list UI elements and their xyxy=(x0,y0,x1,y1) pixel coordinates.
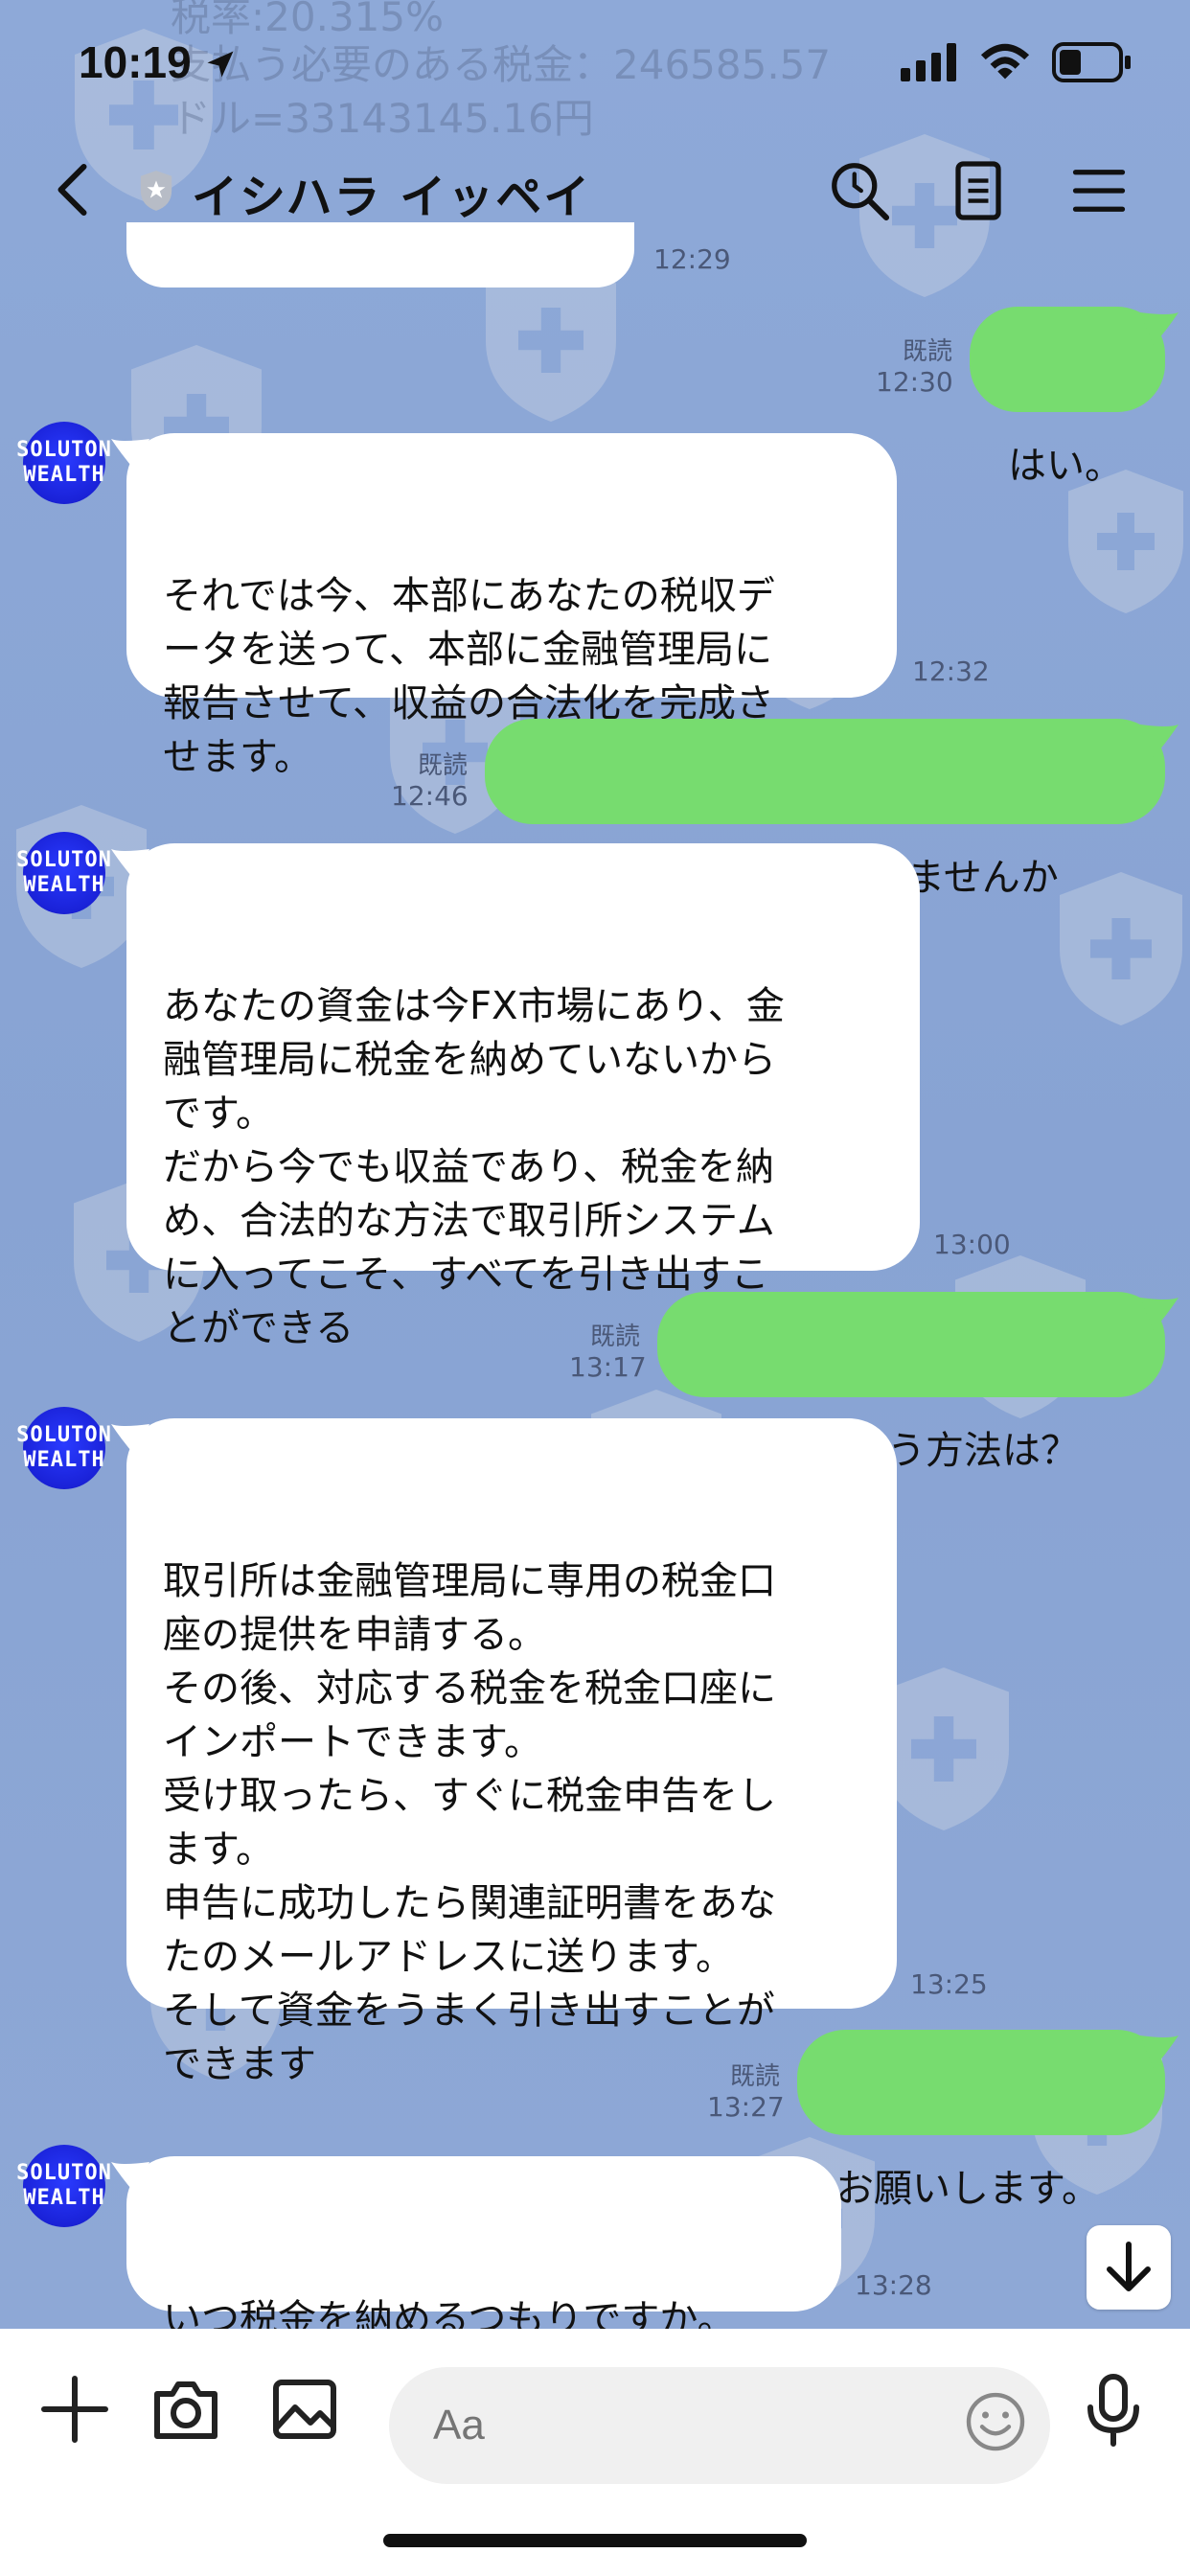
message-bubble-out[interactable]: はい。 xyxy=(970,307,1179,488)
scroll-to-bottom-button[interactable] xyxy=(1087,2225,1171,2310)
camera-icon[interactable] xyxy=(148,2371,224,2448)
read-receipt: 既読 xyxy=(417,751,468,780)
image-icon[interactable] xyxy=(266,2371,343,2448)
bubble-tail xyxy=(1140,724,1179,757)
emoji-icon[interactable] xyxy=(962,2388,1029,2455)
wifi-icon xyxy=(980,43,1030,80)
message-time: 12:46 xyxy=(391,780,469,812)
arrow-down-icon xyxy=(1107,2242,1151,2291)
avatar[interactable]: SOLUTON WEALTH xyxy=(16,422,111,504)
message-bubble-out[interactable]: お願いします。 xyxy=(797,2030,1179,2211)
shield-watermark-icon xyxy=(1060,872,1182,1025)
bubble-tail xyxy=(111,2162,149,2195)
message-bubble-in[interactable]: いつ税金を納めるつもりですか。 税金の納付期限は10日です。 xyxy=(111,2156,841,2395)
message-time: 12:30 xyxy=(876,366,953,398)
message-bubble-in[interactable] xyxy=(126,222,634,288)
bubble-tail xyxy=(1140,1298,1179,1330)
search-icon[interactable] xyxy=(826,157,893,224)
message-time: 12:29 xyxy=(653,243,731,275)
ghost-notice-line: ドル=33143145.16円 xyxy=(171,95,594,142)
avatar[interactable]: SOLUTON WEALTH xyxy=(16,2145,111,2227)
home-indicator xyxy=(383,2534,807,2547)
chevron-left-icon[interactable] xyxy=(50,161,98,218)
message-bubble-in[interactable]: あなたの資金は今FX市場にあり、金 融管理局に税金を納めていないから です。 だ… xyxy=(111,843,920,1350)
bubble-tail xyxy=(1140,2036,1179,2068)
message-time: 13:00 xyxy=(933,1229,1011,1260)
message-text: はい。 xyxy=(1008,444,1123,488)
message-time: 13:17 xyxy=(569,1351,647,1383)
bubble-tail xyxy=(111,1424,149,1457)
message-bubble-in[interactable]: それでは今、本部にあなたの税収デ ータを送って、本部に金融管理局に 報告させて、… xyxy=(111,433,897,779)
battery-icon xyxy=(1052,42,1131,82)
message-bubble-in[interactable]: 取引所は金融管理局に専用の税金口 座の提供を申請する。 その後、対応する税金を税… xyxy=(111,1418,897,2086)
microphone-icon[interactable] xyxy=(1075,2371,1152,2448)
message-bubble-out[interactable]: 元金だけは先引き出せませんか xyxy=(485,719,1179,900)
read-receipt: 既読 xyxy=(729,2062,780,2091)
bubble-tail xyxy=(111,849,149,882)
message-input[interactable] xyxy=(389,2367,1050,2484)
notes-icon[interactable] xyxy=(945,157,1012,224)
message-time: 13:25 xyxy=(910,1968,988,2000)
message-time: 12:32 xyxy=(912,656,990,687)
message-text: 取引所は金融管理局に専用の税金口 座の提供を申請する。 その後、対応する税金を税… xyxy=(163,1559,776,2086)
status-time: 10:19 xyxy=(79,36,238,88)
message-input-bar xyxy=(0,2329,1190,2576)
bubble-tail xyxy=(111,439,149,472)
chat-title: イシハラ イッペイ xyxy=(192,171,592,224)
message-text: お願いします。 xyxy=(835,2167,1100,2211)
hamburger-menu-icon[interactable] xyxy=(1065,157,1133,224)
plus-icon[interactable] xyxy=(36,2371,113,2448)
message-time: 13:27 xyxy=(707,2091,785,2123)
cellular-signal-icon xyxy=(901,43,956,81)
avatar[interactable]: SOLUTON WEALTH xyxy=(16,1407,111,1489)
read-receipt: 既読 xyxy=(902,337,952,366)
location-arrow-icon xyxy=(207,51,234,78)
bubble-tail xyxy=(1140,312,1179,345)
ghost-notice-line: 支払う必要のある税金：246585.57 xyxy=(171,41,832,88)
avatar[interactable]: SOLUTON WEALTH xyxy=(16,832,111,914)
read-receipt: 既読 xyxy=(589,1322,640,1351)
message-time: 13:28 xyxy=(855,2269,932,2301)
verified-shield-icon xyxy=(140,171,172,211)
message-bubble-out[interactable]: 税金の支払う方法は？ xyxy=(657,1292,1179,1473)
status-icons xyxy=(901,42,1133,82)
